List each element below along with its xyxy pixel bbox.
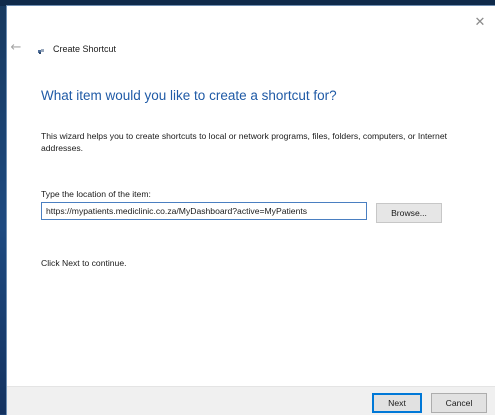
wizard-description: This wizard helps you to create shortcut… (41, 131, 447, 153)
cancel-button[interactable]: Cancel (431, 393, 487, 413)
continue-instruction: Click Next to continue. (41, 258, 127, 268)
create-shortcut-dialog: ✕ ← Create Shortcut What item would you … (7, 6, 495, 415)
browse-button[interactable]: Browse... (376, 203, 442, 223)
close-icon[interactable]: ✕ (471, 14, 489, 32)
shortcut-wizard-icon (38, 49, 44, 54)
location-input[interactable] (41, 202, 367, 220)
page-heading: What item would you like to create a sho… (41, 88, 337, 103)
dialog-footer: Next Cancel (7, 386, 495, 415)
next-button[interactable]: Next (372, 393, 422, 413)
back-arrow-icon[interactable]: ← (8, 40, 24, 56)
location-label: Type the location of the item: (41, 189, 151, 199)
wizard-title: Create Shortcut (53, 44, 117, 54)
